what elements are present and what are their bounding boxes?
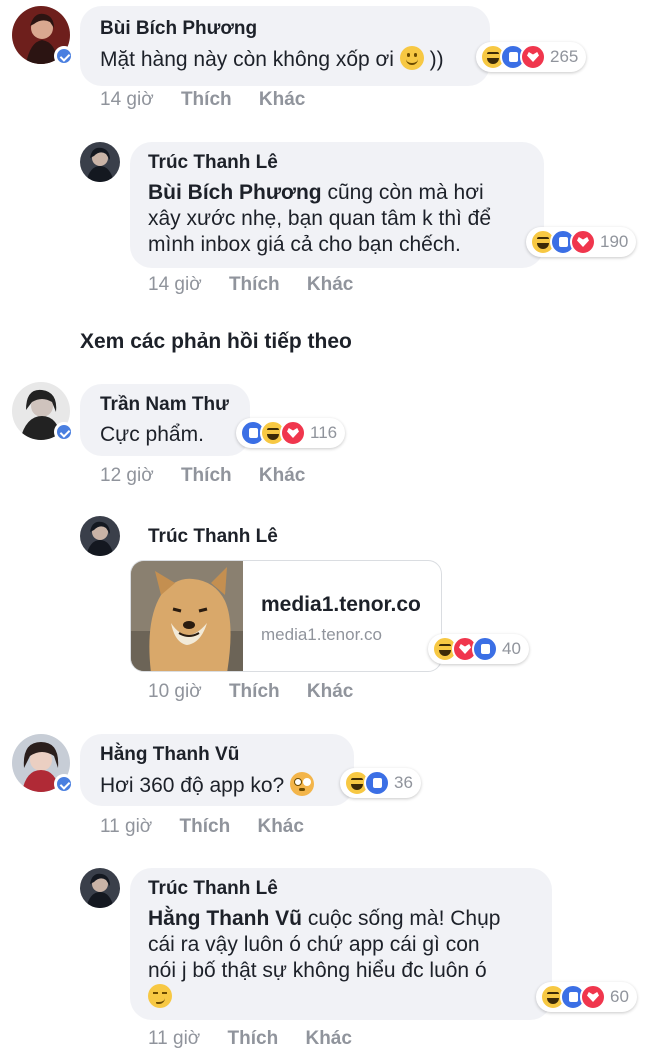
mention-link[interactable]: Hằng Thanh Vũ	[148, 907, 302, 930]
link-preview-card[interactable]: media1.tenor.co media1.tenor.co	[130, 560, 442, 672]
comment-time[interactable]: 14 giờ	[100, 89, 154, 110]
reply-actions: 10 giờ Thích Khác	[148, 681, 375, 703]
reply-bubble: Trúc Thanh Lê Bùi Bích Phương cũng còn m…	[130, 142, 544, 268]
reply-text-line: xây xước nhẹ, bạn quan tâm k thì để	[148, 207, 492, 230]
like-button[interactable]: Thích	[181, 465, 232, 486]
reply-bubble: Trúc Thanh Lê Hằng Thanh Vũ cuộc sống mà…	[130, 868, 552, 1020]
reaction-summary[interactable]: 40	[428, 634, 529, 664]
love-reaction-icon	[580, 984, 606, 1010]
reply-text-line: cũng còn mà hơi	[321, 181, 484, 204]
love-reaction-icon	[280, 420, 306, 446]
avatar[interactable]	[80, 868, 120, 908]
reaction-count: 116	[310, 423, 338, 442]
online-status-icon	[54, 774, 74, 794]
reaction-summary[interactable]: 60	[536, 982, 637, 1012]
comment-text: Hơi 360 độ app ko?	[100, 772, 315, 799]
smirk-emoji-icon	[148, 984, 172, 1008]
link-title[interactable]: media1.tenor.co	[261, 593, 421, 617]
comment-author[interactable]: Bùi Bích Phương	[100, 18, 257, 40]
reaction-count: 40	[502, 639, 521, 658]
like-reaction-icon	[364, 770, 390, 796]
more-button[interactable]: Khác	[307, 681, 353, 702]
like-reaction-icon	[472, 636, 498, 662]
smile-emoji-icon	[399, 46, 424, 70]
reply-text-line: nói j bố thật sự không hiểu đc luôn ó	[148, 959, 487, 982]
more-button[interactable]: Khác	[305, 1028, 351, 1049]
like-button[interactable]: Thích	[229, 274, 280, 295]
reaction-count: 190	[600, 232, 629, 251]
avatar[interactable]	[80, 142, 120, 182]
online-status-icon	[54, 46, 74, 66]
reply-time[interactable]: 10 giờ	[148, 681, 202, 702]
more-button[interactable]: Khác	[307, 274, 353, 295]
reaction-count: 265	[550, 47, 579, 66]
reaction-summary[interactable]: 265	[476, 42, 587, 72]
reply-author[interactable]: Trúc Thanh Lê	[148, 526, 278, 548]
like-button[interactable]: Thích	[181, 89, 232, 110]
see-more-replies-link[interactable]: Xem các phản hồi tiếp theo	[80, 330, 352, 354]
comment-bubble: Hằng Thanh Vũ Hơi 360 độ app ko?	[80, 734, 354, 806]
reply-text-line: mình inbox giá cả cho bạn chếch.	[148, 233, 461, 256]
like-button[interactable]: Thích	[228, 1028, 279, 1049]
reaction-summary[interactable]: 116	[236, 418, 346, 448]
reply-text: Hằng Thanh Vũ cuộc sống mà! Chụp cái ra …	[148, 906, 500, 1011]
love-reaction-icon	[570, 229, 596, 255]
reaction-count: 36	[394, 773, 413, 792]
more-button[interactable]: Khác	[259, 89, 305, 110]
link-thumbnail-image	[131, 561, 243, 671]
reply-actions: 14 giờ Thích Khác	[148, 274, 375, 296]
comment-text: Cực phẩm.	[100, 423, 204, 446]
love-reaction-icon	[520, 44, 546, 70]
reaction-summary[interactable]: 36	[340, 768, 421, 798]
reaction-count: 60	[610, 987, 629, 1006]
comment-text: Mặt hàng này còn không xốp ơi ))	[100, 46, 444, 73]
comment-actions: 14 giờ Thích Khác	[100, 89, 327, 111]
comment-author[interactable]: Trần Nam Thư	[100, 394, 229, 416]
comment-actions: 12 giờ Thích Khác	[100, 465, 327, 487]
comment-time[interactable]: 12 giờ	[100, 465, 154, 486]
comment-bubble: Trần Nam Thư Cực phẩm.	[80, 384, 250, 456]
flushed-emoji-icon	[290, 772, 315, 796]
link-domain: media1.tenor.co	[261, 625, 382, 644]
reply-author[interactable]: Trúc Thanh Lê	[148, 152, 278, 174]
comment-actions: 11 giờ Thích Khác	[100, 816, 326, 838]
comment-bubble: Bùi Bích Phương Mặt hàng này còn không x…	[80, 6, 490, 86]
online-status-icon	[54, 422, 74, 442]
comment-text-suffix: ))	[429, 48, 444, 71]
like-button[interactable]: Thích	[229, 681, 280, 702]
reply-time[interactable]: 11 giờ	[148, 1028, 200, 1049]
avatar[interactable]	[80, 516, 120, 556]
like-button[interactable]: Thích	[180, 816, 231, 837]
reply-author[interactable]: Trúc Thanh Lê	[148, 878, 278, 900]
more-button[interactable]: Khác	[259, 465, 305, 486]
reply-text: Bùi Bích Phương cũng còn mà hơi xây xước…	[148, 180, 491, 258]
reply-actions: 11 giờ Thích Khác	[148, 1028, 374, 1050]
mention-link[interactable]: Bùi Bích Phương	[148, 181, 322, 204]
comment-text-body: Mặt hàng này còn không xốp ơi	[100, 48, 394, 71]
comment-text-body: Hơi 360 độ app ko?	[100, 774, 285, 797]
reply-text-line: cuộc sống mà! Chụp	[302, 907, 501, 930]
comment-time[interactable]: 11 giờ	[100, 816, 152, 837]
comment-author[interactable]: Hằng Thanh Vũ	[100, 744, 239, 766]
more-button[interactable]: Khác	[257, 816, 303, 837]
reply-time[interactable]: 14 giờ	[148, 274, 202, 295]
reaction-summary[interactable]: 190	[526, 227, 637, 257]
reply-text-line: cái ra vậy luôn ó chứ app cái gì con	[148, 933, 480, 956]
